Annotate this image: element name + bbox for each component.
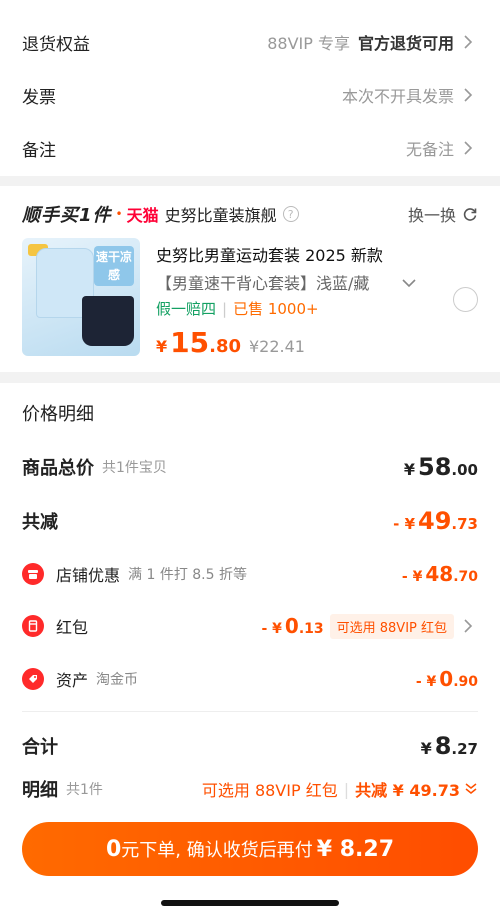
remark-value: 无备注 bbox=[405, 140, 454, 159]
goods-total-amount: ¥ 58 .00 bbox=[403, 453, 478, 481]
shop-icon bbox=[22, 563, 44, 585]
chevron-right-icon bbox=[458, 138, 478, 158]
red-packet-icon bbox=[22, 615, 44, 637]
divider bbox=[22, 711, 478, 712]
detail-total-reduce: 共减 ¥ 49.73 bbox=[355, 781, 460, 800]
select-product-radio[interactable] bbox=[453, 287, 478, 312]
red-packet-label: 红包 bbox=[56, 618, 89, 637]
asset-note: 淘金币 bbox=[96, 672, 139, 688]
place-order-text: 元下单, 确认收货后再付 bbox=[121, 840, 313, 861]
brand-text: 顺手买1件 bbox=[22, 205, 112, 226]
goods-total-row: 商品总价 共1件宝贝 ¥ 58 .00 bbox=[22, 452, 478, 482]
chevron-right-icon bbox=[458, 32, 478, 52]
refresh-icon bbox=[463, 208, 477, 221]
guarantee-tag: 假一赔四 bbox=[156, 300, 217, 318]
discount-label: 共减 bbox=[22, 512, 58, 533]
return-rights-row[interactable]: 退货权益 88VIP 专享 官方退货可用 bbox=[22, 27, 478, 57]
detail-label: 明细 bbox=[22, 780, 58, 801]
place-order-amount: ¥ 8.27 bbox=[316, 836, 394, 862]
88vip-red-packet-pill[interactable]: 可选用 88VIP 红包 bbox=[329, 613, 454, 639]
tmall-logo: 天猫 bbox=[126, 206, 159, 225]
sold-count: 已售 1000+ bbox=[233, 300, 319, 318]
sum-row: 合计 ¥ 8 .27 bbox=[22, 731, 478, 761]
88vip-note: 88VIP 专享 bbox=[267, 34, 350, 53]
shop-discount-label: 店铺优惠 bbox=[56, 566, 121, 585]
discount-amount: - ¥ 49 .73 bbox=[393, 507, 478, 535]
shop-discount-row[interactable]: 店铺优惠 满 1 件打 8.5 折等 - ¥ 48 .70 bbox=[22, 559, 478, 589]
shorts-image bbox=[82, 296, 134, 346]
remark-row[interactable]: 备注 无备注 bbox=[22, 133, 478, 163]
detail-packet-hint: 可选用 88VIP 红包 bbox=[201, 781, 338, 800]
product-thumbnail[interactable]: 速干凉感 bbox=[22, 238, 140, 356]
sum-amount: ¥ 8 .27 bbox=[420, 732, 478, 760]
detail-row[interactable]: 明细 共1件 可选用 88VIP 红包 | 共减 ¥ 49.73 bbox=[22, 774, 478, 804]
original-price: ¥22.41 bbox=[249, 337, 305, 356]
help-icon[interactable]: ? bbox=[282, 206, 299, 222]
goods-total-note: 共1件宝贝 bbox=[102, 460, 167, 476]
price-detail-title: 价格明细 bbox=[22, 404, 94, 425]
home-indicator bbox=[161, 900, 339, 906]
brand-dot: • bbox=[115, 207, 123, 221]
shop-name: 史努比童装旗舰 bbox=[164, 206, 277, 225]
chevron-down-icon[interactable] bbox=[402, 273, 416, 292]
remark-label: 备注 bbox=[22, 140, 56, 161]
discount-row: 共减 - ¥ 49 .73 bbox=[22, 506, 478, 536]
shop-discount-note: 满 1 件打 8.5 折等 bbox=[128, 567, 247, 583]
red-packet-row[interactable]: 红包 - ¥ 0 .13 可选用 88VIP 红包 bbox=[22, 611, 478, 641]
swap-label: 换一换 bbox=[407, 206, 456, 225]
invoice-label: 发票 bbox=[22, 87, 56, 108]
product-tags: 假一赔四 | 已售 1000+ bbox=[156, 298, 319, 319]
product-price: ¥ 15 .80 ¥22.41 bbox=[156, 326, 305, 359]
shop-discount-amount: - ¥ 48 .70 bbox=[401, 562, 478, 586]
chevron-right-icon bbox=[458, 616, 478, 636]
goods-total-label: 商品总价 bbox=[22, 458, 94, 479]
red-packet-amount: - ¥ 0 .13 bbox=[261, 614, 324, 638]
sum-label: 合计 bbox=[22, 737, 58, 758]
return-rights-value: 官方退货可用 bbox=[357, 34, 454, 53]
return-rights-label: 退货权益 bbox=[22, 34, 90, 55]
order-options-card: 退货权益 88VIP 专享 官方退货可用 发票 本次不开具发票 备注 无备注 bbox=[0, 0, 500, 176]
quick-dry-tag: 速干凉感 bbox=[94, 246, 134, 286]
product-title[interactable]: 史努比男童运动套装 2025 新款 bbox=[156, 242, 383, 266]
chevron-right-icon bbox=[458, 85, 478, 105]
asset-row[interactable]: 资产 淘金币 - ¥ 0 .90 bbox=[22, 664, 478, 694]
tag-separator: | bbox=[222, 299, 228, 318]
asset-amount: - ¥ 0 .90 bbox=[415, 667, 478, 691]
product-spec[interactable]: 【男童速干背心套装】浅蓝/藏 bbox=[156, 270, 369, 294]
place-order-button[interactable]: 0 元下单, 确认收货后再付 ¥ 8.27 bbox=[22, 822, 478, 876]
swap-button[interactable]: 换一换 bbox=[408, 200, 478, 228]
detail-summary[interactable]: 可选用 88VIP 红包 | 共减 ¥ 49.73 bbox=[202, 777, 478, 801]
double-chevron-down-icon bbox=[465, 783, 477, 794]
coin-tag-icon bbox=[22, 668, 44, 690]
invoice-value: 本次不开具发票 bbox=[341, 87, 454, 106]
asset-label: 资产 bbox=[56, 671, 89, 690]
detail-note: 共1件 bbox=[66, 782, 103, 798]
invoice-row[interactable]: 发票 本次不开具发票 bbox=[22, 80, 478, 110]
